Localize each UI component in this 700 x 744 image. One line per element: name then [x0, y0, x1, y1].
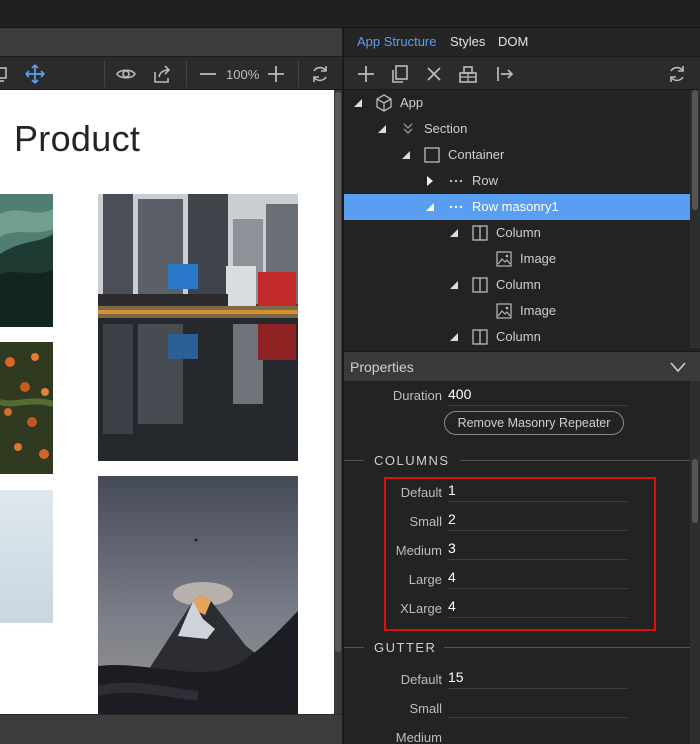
- structure-toolbar: [344, 56, 700, 90]
- tree-label: Column: [496, 329, 541, 344]
- chevron-down-icon[interactable]: [670, 361, 686, 373]
- image-icon: [496, 251, 512, 267]
- dots-icon: [449, 205, 463, 209]
- collapsed-arrow-icon[interactable]: [425, 176, 435, 186]
- tree-node-container[interactable]: Container: [344, 142, 690, 168]
- move-to-icon[interactable]: [494, 64, 516, 84]
- expanded-arrow-icon[interactable]: [449, 280, 459, 290]
- properties-header[interactable]: Properties: [344, 351, 700, 381]
- tree-node-row-masonry[interactable]: Row masonry1: [344, 194, 690, 220]
- tree-label: Row: [472, 173, 499, 188]
- columns-heading: COLUMNS: [374, 453, 450, 468]
- section-divider: [344, 647, 364, 648]
- image-icon: [496, 303, 512, 319]
- scrollbar-thumb[interactable]: [335, 92, 341, 652]
- tree-node-image[interactable]: Image: [344, 246, 690, 272]
- tree-label: Row masonry1: [472, 199, 559, 214]
- panel-tabs: App Structure Styles DOM: [344, 28, 700, 56]
- gutter-default-field[interactable]: 15: [448, 667, 628, 689]
- move-icon[interactable]: [24, 64, 46, 84]
- masonry-image[interactable]: [98, 476, 298, 714]
- device-icon[interactable]: [0, 64, 14, 84]
- canvas-horizontal-scrollbar[interactable]: [0, 714, 342, 744]
- column-icon: [472, 277, 488, 293]
- gutter-heading: GUTTER: [374, 640, 437, 655]
- tree-node-section[interactable]: Section: [344, 116, 690, 142]
- expanded-arrow-icon[interactable]: [401, 150, 411, 160]
- tree-scrollbar[interactable]: [690, 90, 700, 348]
- add-icon[interactable]: [355, 64, 377, 84]
- gutter-small-field[interactable]: [448, 696, 628, 718]
- tree-node-image[interactable]: Image: [344, 298, 690, 324]
- masonry-image[interactable]: [0, 194, 53, 327]
- scrollbar-thumb[interactable]: [692, 459, 698, 523]
- gutter-default-label: Default: [400, 672, 442, 687]
- structure-tree: App Section Container Row Row masonry1 C…: [344, 90, 690, 350]
- properties-scrollbar[interactable]: [690, 381, 700, 744]
- component-icon[interactable]: [457, 64, 479, 84]
- section-divider: [444, 647, 690, 648]
- scrollbar-thumb[interactable]: [692, 90, 698, 210]
- tree-label: Column: [496, 277, 541, 292]
- cube-icon: [376, 94, 392, 112]
- gutter-medium-field[interactable]: [448, 725, 628, 744]
- column-icon: [472, 329, 488, 345]
- tree-label: Section: [424, 121, 468, 136]
- tree-label: Container: [448, 147, 505, 162]
- page-title: Product: [14, 118, 141, 159]
- canvas-toolbar: 100%: [0, 56, 342, 90]
- columns-highlight-box: [384, 477, 656, 631]
- tab-styles[interactable]: Styles: [450, 34, 485, 49]
- gutter-small-label: Small: [409, 701, 442, 716]
- tree-node-row[interactable]: Row: [344, 168, 690, 194]
- square-icon: [424, 147, 440, 163]
- duration-label: Duration: [392, 388, 442, 403]
- tab-app-structure[interactable]: App Structure: [357, 34, 437, 49]
- eye-icon[interactable]: [115, 64, 137, 84]
- toolbar-divider: [298, 61, 299, 87]
- zoom-out-icon[interactable]: [197, 64, 219, 84]
- masonry-image[interactable]: [0, 342, 53, 474]
- zoom-level: 100%: [226, 67, 260, 82]
- masonry-image[interactable]: [98, 194, 298, 461]
- masonry-image[interactable]: [0, 490, 53, 623]
- delete-icon[interactable]: [423, 64, 445, 84]
- expanded-arrow-icon[interactable]: [449, 332, 459, 342]
- app-top-bar: [0, 0, 700, 28]
- properties-title: Properties: [350, 359, 414, 375]
- tree-node-column[interactable]: Column: [344, 324, 690, 350]
- refresh-icon[interactable]: [666, 64, 688, 84]
- tree-node-column[interactable]: Column: [344, 220, 690, 246]
- expanded-arrow-icon[interactable]: [353, 98, 363, 108]
- tree-node-app[interactable]: App: [344, 90, 690, 116]
- copy-icon[interactable]: [389, 64, 411, 84]
- app-structure-panel: App Structure Styles DOM App Section Con…: [342, 28, 700, 744]
- canvas-tab-bar: [0, 28, 342, 56]
- expanded-arrow-icon[interactable]: [377, 124, 387, 134]
- canvas-scrollbar[interactable]: [334, 90, 342, 714]
- remove-masonry-repeater-button[interactable]: Remove Masonry Repeater: [444, 411, 624, 435]
- refresh-icon[interactable]: [309, 64, 331, 84]
- expanded-arrow-icon[interactable]: [449, 228, 459, 238]
- section-divider: [460, 460, 690, 461]
- tree-label: Image: [520, 303, 557, 318]
- dots-icon: [449, 179, 463, 183]
- toolbar-divider: [104, 61, 105, 87]
- section-divider: [344, 460, 364, 461]
- double-chevron-icon: [403, 123, 413, 134]
- design-canvas[interactable]: Product: [0, 90, 334, 714]
- tree-label: App: [400, 95, 424, 110]
- zoom-in-icon[interactable]: [265, 64, 287, 84]
- share-icon[interactable]: [151, 64, 173, 84]
- gutter-medium-label: Medium: [395, 730, 442, 744]
- tab-dom[interactable]: DOM: [498, 34, 528, 49]
- column-icon: [472, 225, 488, 241]
- tree-label: Column: [496, 225, 541, 240]
- tree-label: Image: [520, 251, 557, 266]
- duration-field[interactable]: 400: [448, 384, 628, 406]
- toolbar-divider: [186, 61, 187, 87]
- properties-panel: Duration 400 Remove Masonry Repeater COL…: [344, 381, 690, 744]
- tree-node-column[interactable]: Column: [344, 272, 690, 298]
- expanded-arrow-icon[interactable]: [425, 202, 435, 212]
